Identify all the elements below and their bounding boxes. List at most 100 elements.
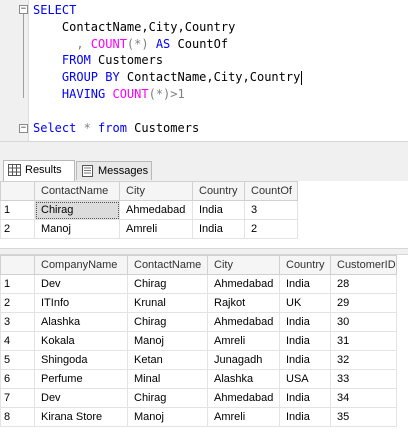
grid-cell[interactable]: ITInfo — [34, 293, 128, 313]
grid-cell[interactable]: Amreli — [207, 331, 280, 351]
grid-cell[interactable]: Rajkot — [207, 293, 280, 313]
table-row[interactable]: 2 ITInfo Krunal Rajkot UK 29 — [0, 293, 397, 313]
grid-cell[interactable]: India — [192, 200, 245, 220]
grid-cell[interactable]: India — [279, 331, 331, 351]
table-row[interactable]: 1 Chirag Ahmedabad India 3 — [0, 200, 298, 220]
code-line[interactable]: SELECT — [33, 2, 76, 18]
grid-cell[interactable]: India — [192, 219, 245, 239]
grid-cell[interactable]: Ahmedabad — [207, 388, 280, 408]
grid-cell[interactable]: Chirag — [127, 274, 208, 294]
grid-cell[interactable]: 2 — [244, 219, 298, 239]
grid-cell[interactable]: 29 — [330, 293, 397, 313]
grid-cell[interactable]: Kirana Store — [34, 407, 128, 427]
grid-corner[interactable] — [0, 255, 35, 275]
row-number[interactable]: 1 — [0, 200, 35, 220]
column-header[interactable]: City — [119, 181, 193, 201]
grid-cell[interactable]: India — [279, 312, 331, 332]
column-header[interactable]: City — [207, 255, 280, 275]
grid-cell[interactable]: Chirag — [34, 200, 120, 220]
code-token: CountOf — [177, 36, 229, 51]
column-header[interactable]: ContactName — [127, 255, 208, 275]
grid-cell[interactable]: Minal — [127, 369, 208, 389]
grid-cell[interactable]: Chirag — [127, 388, 208, 408]
table-row[interactable]: 3 Alashka Chirag Ahmedabad India 30 — [0, 312, 397, 332]
grid-cell[interactable]: Dev — [34, 274, 128, 294]
grid-cell[interactable]: India — [279, 407, 331, 427]
code-line[interactable]: Select * from Customers — [33, 120, 199, 136]
grid-separator[interactable] — [0, 248, 408, 255]
row-number[interactable]: 3 — [0, 312, 35, 332]
code-line[interactable]: FROM Customers — [33, 52, 163, 68]
table-row[interactable]: 2 Manoj Amreli India 2 — [0, 219, 298, 239]
grid-cell[interactable]: Shingoda — [34, 350, 128, 370]
grid-cell[interactable]: India — [279, 274, 331, 294]
column-header[interactable]: CompanyName — [34, 255, 128, 275]
grid-cell[interactable]: Dev — [34, 388, 128, 408]
messages-icon — [82, 165, 93, 177]
grid-cell[interactable]: Manoj — [34, 219, 120, 239]
table-row[interactable]: 8 Kirana Store Manoj Amreli India 35 — [0, 407, 397, 427]
code-token: Customers — [134, 120, 200, 135]
grid-cell[interactable]: Ketan — [127, 350, 208, 370]
table-row[interactable]: 4 Kokala Manoj Amreli India 31 — [0, 331, 397, 351]
code-token: Customers — [98, 53, 164, 68]
collapse-icon[interactable]: − — [19, 124, 28, 133]
code-line[interactable]: , COUNT(*) AS CountOf — [33, 36, 228, 52]
grid-cell[interactable]: Kokala — [34, 331, 128, 351]
column-header[interactable]: Country — [192, 181, 245, 201]
row-number[interactable]: 2 — [0, 293, 35, 313]
grid-cell[interactable]: Alashka — [34, 312, 128, 332]
grid-cell[interactable]: 34 — [330, 388, 397, 408]
code-line[interactable]: GROUP BY ContactName,City,Country — [33, 69, 303, 85]
result-grid-1[interactable]: ContactName City Country CountOf 1 Chirag Ahm… — [0, 181, 298, 239]
row-number[interactable]: 6 — [0, 369, 35, 389]
grid-cell[interactable]: Ahmedabad — [119, 200, 193, 220]
grid-cell[interactable]: UK — [279, 293, 331, 313]
grid-cell[interactable]: Chirag — [127, 312, 208, 332]
row-number[interactable]: 1 — [0, 274, 35, 294]
result-grid-2[interactable]: CompanyName ContactName City Country Custome… — [0, 255, 397, 427]
collapse-icon[interactable]: − — [19, 5, 28, 14]
row-number[interactable]: 8 — [0, 407, 35, 427]
grid-cell[interactable]: Ahmedabad — [207, 312, 280, 332]
code-line[interactable]: HAVING COUNT(*)>1 — [33, 86, 185, 102]
grid-cell[interactable]: 3 — [244, 200, 298, 220]
grid-cell[interactable]: 33 — [330, 369, 397, 389]
grid-cell[interactable]: Amreli — [207, 407, 280, 427]
row-number[interactable]: 4 — [0, 331, 35, 351]
grid-cell[interactable]: Junagadh — [207, 350, 280, 370]
sql-editor[interactable]: − − SELECT ContactName,City,Country , CO… — [0, 0, 408, 141]
table-row[interactable]: 6 Perfume Minal Alashka USA 33 — [0, 369, 397, 389]
column-header[interactable]: CustomerID — [330, 255, 397, 275]
grid-cell[interactable]: 30 — [330, 312, 397, 332]
tab-results[interactable]: Results — [3, 160, 75, 181]
row-number[interactable]: 2 — [0, 219, 35, 239]
grid-cell[interactable]: Perfume — [34, 369, 128, 389]
grid-cell[interactable]: 28 — [330, 274, 397, 294]
grid-cell[interactable]: India — [279, 350, 331, 370]
table-row[interactable]: 5 Shingoda Ketan Junagadh India 32 — [0, 350, 397, 370]
grid-cell[interactable]: Manoj — [127, 331, 208, 351]
grid-cell[interactable]: 35 — [330, 407, 397, 427]
grid-cell[interactable]: Manoj — [127, 407, 208, 427]
grid-cell[interactable]: Ahmedabad — [207, 274, 280, 294]
grid-cell[interactable]: India — [279, 388, 331, 408]
column-header[interactable]: ContactName — [34, 181, 120, 201]
grid-corner[interactable] — [0, 181, 35, 201]
table-row[interactable]: 7 Dev Chirag Ahmedabad India 34 — [0, 388, 397, 408]
grid-cell[interactable]: Amreli — [119, 219, 193, 239]
grid-cell[interactable]: 31 — [330, 331, 397, 351]
tab-messages[interactable]: Messages — [76, 161, 152, 180]
row-number[interactable]: 7 — [0, 388, 35, 408]
row-number[interactable]: 5 — [0, 350, 35, 370]
grid-cell[interactable]: USA — [279, 369, 331, 389]
editor-horizontal-scrollbar[interactable] — [0, 141, 408, 158]
column-header[interactable]: CountOf — [244, 181, 298, 201]
grid-cell[interactable]: 32 — [330, 350, 397, 370]
grid-cell[interactable]: Alashka — [207, 369, 280, 389]
table-row[interactable]: 1 Dev Chirag Ahmedabad India 28 — [0, 274, 397, 294]
code-line[interactable]: ContactName,City,Country — [33, 19, 235, 35]
column-header[interactable]: Country — [279, 255, 331, 275]
grid-cell[interactable]: Krunal — [127, 293, 208, 313]
editor-gutter — [0, 0, 29, 141]
